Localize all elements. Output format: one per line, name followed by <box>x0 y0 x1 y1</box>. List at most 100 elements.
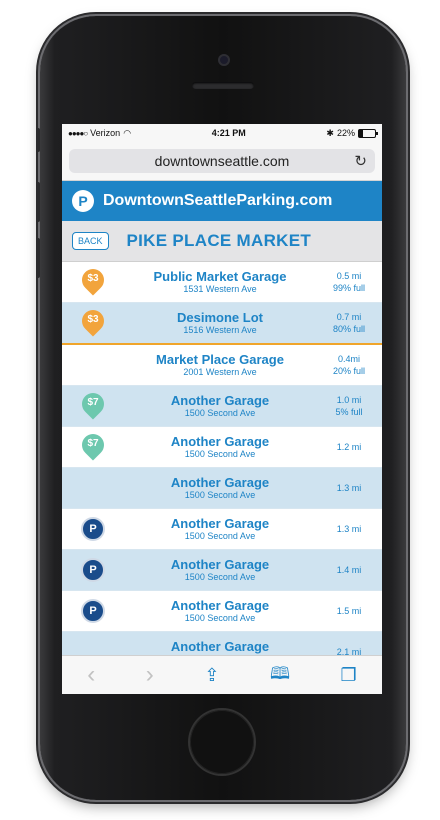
garage-info: Another Garage1500 Second Ave <box>124 516 316 542</box>
battery-level <box>358 129 363 137</box>
garage-meta: 1.3 mi <box>316 482 382 494</box>
garage-info: Another Garage1500 Second Ave <box>124 598 316 624</box>
garage-name[interactable]: Another Garage <box>124 434 316 449</box>
garage-name[interactable]: Another Garage <box>124 598 316 613</box>
garage-address: 1500 Second Ave <box>184 572 256 582</box>
garage-distance: 0.7 mi <box>336 312 362 322</box>
bookmarks-icon[interactable]: 🕮 <box>270 661 290 690</box>
garage-occupancy: 5% full <box>335 407 363 417</box>
garage-icon-cell: $3 <box>62 264 124 296</box>
garage-info: Another Garage1500 Second Ave <box>124 475 316 501</box>
tabs-icon[interactable]: ❐ <box>341 665 357 686</box>
price-label: $7 <box>87 397 99 408</box>
garage-name[interactable]: Another Garage <box>124 475 316 490</box>
garage-address: 1500 Second Ave <box>184 531 256 541</box>
garage-info: Another Garage1500 Second Ave <box>124 557 316 583</box>
site-header: P DowntownSeattleParking.com <box>62 181 382 221</box>
volume-down-button <box>36 238 40 278</box>
back-button[interactable]: BACK <box>72 232 109 250</box>
garage-name[interactable]: Another Garage <box>124 393 316 408</box>
screen: ●●●●○ Verizon ◠ 4:21 PM ✱ 22% downtownse… <box>62 124 382 694</box>
home-button[interactable] <box>190 710 254 774</box>
battery-percent: 22% <box>336 128 355 138</box>
carrier-label: Verizon <box>90 128 121 138</box>
garage-row[interactable]: Market Place Garage 2001 Western Ave 0.4mi… <box>62 345 382 386</box>
garage-address: 1500 Second Ave <box>184 613 256 623</box>
garage-info: Public Market Garage 1531 Western Ave <box>124 269 316 295</box>
browser-toolbar: ‹ › ⇪ 🕮 ❐ <box>62 655 382 694</box>
battery-icon <box>357 128 378 138</box>
clock: 4:21 PM <box>211 128 246 138</box>
garage-meta: 1.2 mi <box>316 441 382 453</box>
signal-icon: ●●●●○ <box>68 128 88 138</box>
price-label: $3 <box>87 314 99 325</box>
garage-address: 1500 Second Ave <box>184 408 256 418</box>
share-icon[interactable]: ⇪ <box>204 665 219 686</box>
reload-icon[interactable]: ↻ <box>354 152 367 170</box>
garage-row[interactable]: Another Garage 1500 Second Ave 1.3 mi <box>62 468 382 509</box>
garage-distance: 1.4 mi <box>336 565 362 575</box>
garage-name[interactable]: Market Place Garage <box>124 352 316 367</box>
front-camera <box>218 54 230 66</box>
price-pin-icon: $3 <box>77 305 109 337</box>
url-text: downtownseattle.com <box>154 153 290 169</box>
garage-distance: 1.0 mi <box>336 395 362 405</box>
forward-icon[interactable]: › <box>146 661 154 689</box>
garage-address: 1500 Second Ave <box>184 449 256 459</box>
garage-address: 1500 Second Ave <box>184 490 256 500</box>
garage-address: 1516 Western Ave <box>183 325 257 335</box>
garage-info: Another Garage1500 Second Ave <box>124 434 316 460</box>
parking-badge-icon: P <box>81 599 105 623</box>
garage-meta: 1.5 mi <box>316 605 382 617</box>
garage-row[interactable]: P Another Garage 1500 Second Ave 1.3 mi <box>62 509 382 550</box>
garage-icon-cell: $7 <box>62 388 124 420</box>
garage-row[interactable]: $7 Another Garage 1500 Second Ave 1.0 mi 5% … <box>62 386 382 427</box>
garage-distance: 1.3 mi <box>336 483 362 493</box>
parking-logo-icon: P <box>72 190 94 212</box>
garage-distance: 0.5 mi <box>336 271 362 281</box>
earpiece-speaker <box>192 82 254 89</box>
address-bar: downtownseattle.com ↻ <box>62 142 382 181</box>
garage-name[interactable]: Desimone Lot <box>124 310 316 325</box>
volume-up-button <box>36 182 40 222</box>
garage-row[interactable]: $3 Desimone Lot 1516 Western Ave 0.7 mi 80% … <box>62 303 382 345</box>
garage-occupancy: 80% full <box>332 324 366 334</box>
price-pin-icon: $3 <box>77 264 109 296</box>
garage-distance: 1.5 mi <box>336 606 362 616</box>
garage-distance: 1.3 mi <box>336 524 362 534</box>
page-title: PIKE PLACE MARKET <box>126 231 312 250</box>
garage-icon-cell: $3 <box>62 305 124 337</box>
garage-info: Another Garage1500 Second Ave <box>124 393 316 419</box>
garage-meta: 0.5 mi 99% full <box>316 270 382 294</box>
garage-row[interactable]: $3 Public Market Garage 1531 Western Ave 0.… <box>62 262 382 303</box>
price-label: $3 <box>87 273 99 284</box>
garage-occupancy: 20% full <box>332 366 366 376</box>
garage-meta: 1.0 mi 5% full <box>316 394 382 418</box>
status-bar: ●●●●○ Verizon ◠ 4:21 PM ✱ 22% <box>62 124 382 142</box>
back-icon[interactable]: ‹ <box>87 661 95 689</box>
garage-icon-cell: $7 <box>62 429 124 461</box>
garage-meta: 1.4 mi <box>316 564 382 576</box>
garage-info: Market Place Garage 2001 Western Ave <box>124 352 316 378</box>
wifi-icon: ◠ <box>123 127 132 138</box>
parking-badge-icon: P <box>81 517 105 541</box>
garage-name[interactable]: Another Garage <box>124 516 316 531</box>
url-field[interactable]: downtownseattle.com ↻ <box>69 149 375 173</box>
garage-meta: 1.3 mi <box>316 523 382 535</box>
garage-info: Desimone Lot 1516 Western Ave <box>124 310 316 336</box>
garage-row[interactable]: $7 Another Garage 1500 Second Ave 1.2 mi <box>62 427 382 468</box>
garage-address: 1531 Western Ave <box>183 284 257 294</box>
garage-name[interactable]: Another Garage <box>124 557 316 572</box>
garage-row[interactable]: P Another Garage 1500 Second Ave 1.4 mi <box>62 550 382 591</box>
site-name[interactable]: DowntownSeattleParking.com <box>103 192 332 210</box>
parking-badge-icon: P <box>81 558 105 582</box>
garage-meta: 0.4mi 20% full <box>316 353 382 377</box>
bluetooth-icon: ✱ <box>326 127 334 138</box>
page-title-bar: BACK PIKE PLACE MARKET <box>62 221 382 262</box>
garage-name[interactable]: Public Market Garage <box>124 269 316 284</box>
garage-address: 2001 Western Ave <box>183 367 257 377</box>
garage-icon-cell: P <box>62 517 124 541</box>
garage-row[interactable]: P Another Garage 1500 Second Ave 1.5 mi <box>62 591 382 632</box>
garage-name[interactable]: Another Garage <box>124 639 316 654</box>
price-pin-icon: $7 <box>77 388 109 420</box>
